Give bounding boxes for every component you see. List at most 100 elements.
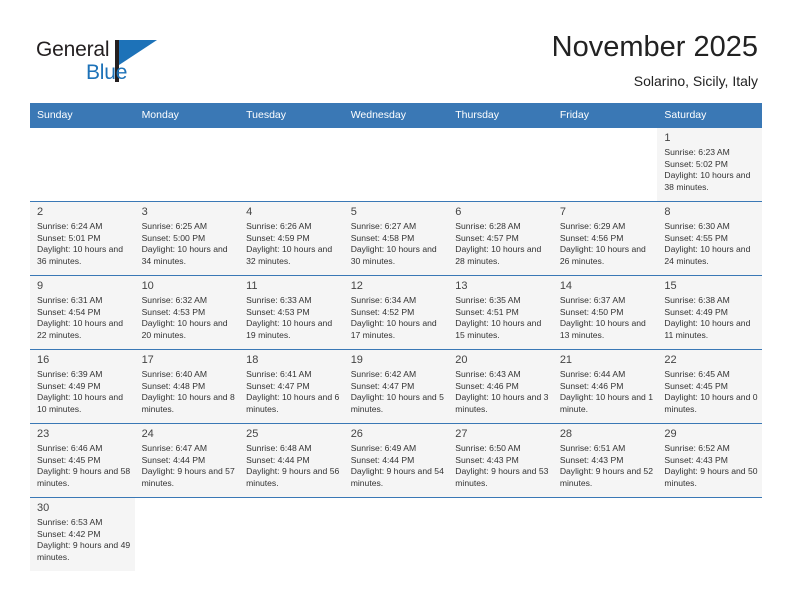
sunset-text: Sunset: 4:47 PM (246, 380, 310, 391)
calendar-day-cell-empty (552, 497, 658, 571)
sunrise-text: Sunrise: 6:49 AM (350, 443, 417, 453)
calendar-day-cell[interactable]: 21 Sunrise: 6:44 AM Sunset: 4:46 PM Dayligh… (552, 349, 658, 424)
sunset-text: Sunset: 4:58 PM (350, 232, 415, 243)
day-number: 13 (455, 280, 468, 292)
day-number: 17 (141, 354, 154, 366)
sunrise-text: Sunrise: 6:32 AM (141, 295, 208, 305)
calendar-day-cell[interactable]: 19 Sunrise: 6:42 AM Sunset: 4:47 PM Dayligh… (343, 349, 449, 424)
sunset-text: Sunset: 4:55 PM (664, 232, 728, 243)
day-sun-info: Sunrise: 6:24 AM Sunset: 5:01 PM Daylight:… (30, 221, 135, 267)
calendar-week-row: 1 Sunrise: 6:23 AM Sunset: 5:02 PM Daylight… (30, 127, 762, 202)
daylight-text: Daylight: 10 hours and 8 minutes. (141, 392, 235, 414)
day-number: 23 (37, 428, 50, 440)
calendar-week-row: 23 Sunrise: 6:46 AM Sunset: 4:45 PM Dayligh… (30, 423, 762, 498)
calendar-day-cell[interactable]: 14 Sunrise: 6:37 AM Sunset: 4:50 PM Dayligh… (552, 275, 658, 350)
calendar-day-cell[interactable]: 8 Sunrise: 6:30 AM Sunset: 4:55 PM Daylight… (657, 201, 762, 276)
calendar-day-cell[interactable]: 7 Sunrise: 6:29 AM Sunset: 4:56 PM Daylight… (552, 201, 658, 276)
calendar-day-cell-empty (343, 127, 449, 202)
daylight-text: Daylight: 10 hours and 30 minutes. (350, 244, 437, 266)
day-number: 3 (141, 206, 148, 218)
calendar-day-cell[interactable]: 20 Sunrise: 6:43 AM Sunset: 4:46 PM Dayligh… (448, 349, 553, 424)
calendar-day-cell[interactable]: 28 Sunrise: 6:51 AM Sunset: 4:43 PM Dayligh… (552, 423, 658, 498)
day-sun-info: Sunrise: 6:44 AM Sunset: 4:46 PM Daylight:… (553, 369, 658, 415)
day-number: 7 (559, 206, 566, 218)
daylight-text: Daylight: 10 hours and 6 minutes. (246, 392, 340, 414)
calendar-day-cell-empty (552, 127, 658, 202)
sunset-text: Sunset: 4:48 PM (141, 380, 206, 391)
sunset-text: Sunset: 4:54 PM (37, 306, 101, 317)
day-number: 29 (664, 428, 677, 440)
sunset-text: Sunset: 4:44 PM (350, 454, 415, 465)
calendar-day-cell[interactable]: 18 Sunrise: 6:41 AM Sunset: 4:47 PM Dayligh… (239, 349, 344, 424)
calendar-day-cell[interactable]: 2 Sunrise: 6:24 AM Sunset: 5:01 PM Daylight… (30, 201, 135, 276)
calendar-day-cell[interactable]: 3 Sunrise: 6:25 AM Sunset: 5:00 PM Daylight… (134, 201, 240, 276)
daylight-text: Daylight: 10 hours and 15 minutes. (455, 318, 542, 340)
calendar-day-cell[interactable]: 23 Sunrise: 6:46 AM Sunset: 4:45 PM Dayligh… (30, 423, 135, 498)
sunrise-text: Sunrise: 6:42 AM (350, 369, 417, 379)
calendar-day-cell[interactable]: 10 Sunrise: 6:32 AM Sunset: 4:53 PM Dayligh… (134, 275, 240, 350)
daylight-text: Daylight: 10 hours and 1 minute. (559, 392, 653, 414)
calendar-day-cell-empty (134, 127, 240, 202)
sunrise-text: Sunrise: 6:50 AM (455, 443, 521, 453)
sunset-text: Sunset: 4:56 PM (559, 232, 624, 243)
calendar-container: Sunday Monday Tuesday Wednesday Thursday Frid… (30, 103, 762, 571)
sunset-text: Sunset: 4:43 PM (559, 454, 624, 465)
calendar-day-cell[interactable]: 29 Sunrise: 6:52 AM Sunset: 4:43 PM Dayligh… (657, 423, 762, 498)
sunset-text: Sunset: 4:59 PM (246, 232, 310, 243)
sunrise-text: Sunrise: 6:46 AM (37, 443, 103, 453)
calendar-day-cell[interactable]: 30 Sunrise: 6:53 AM Sunset: 4:42 PM Dayligh… (30, 497, 135, 571)
daylight-text: Daylight: 9 hours and 57 minutes. (141, 466, 235, 488)
sunrise-text: Sunrise: 6:41 AM (246, 369, 312, 379)
calendar-day-cell[interactable]: 22 Sunrise: 6:45 AM Sunset: 4:45 PM Dayligh… (657, 349, 762, 424)
day-number: 22 (664, 354, 677, 366)
calendar-week-row: 16 Sunrise: 6:39 AM Sunset: 4:49 PM Dayligh… (30, 349, 762, 424)
sunrise-text: Sunrise: 6:30 AM (664, 221, 730, 231)
calendar-week-row: 2 Sunrise: 6:24 AM Sunset: 5:01 PM Daylight… (30, 201, 762, 276)
day-number: 21 (559, 354, 573, 366)
weekday-header-sunday: Sunday (30, 103, 135, 128)
day-sun-info: Sunrise: 6:38 AM Sunset: 4:49 PM Daylight:… (657, 295, 762, 341)
calendar-day-cell[interactable]: 25 Sunrise: 6:48 AM Sunset: 4:44 PM Dayligh… (239, 423, 344, 498)
calendar-day-cell[interactable]: 6 Sunrise: 6:28 AM Sunset: 4:57 PM Daylight… (448, 201, 553, 276)
day-number: 5 (350, 206, 357, 218)
calendar-day-cell[interactable]: 9 Sunrise: 6:31 AM Sunset: 4:54 PM Daylight… (30, 275, 135, 350)
day-sun-info: Sunrise: 6:49 AM Sunset: 4:44 PM Daylight:… (344, 443, 449, 489)
sunrise-text: Sunrise: 6:28 AM (455, 221, 521, 231)
sunset-text: Sunset: 4:49 PM (664, 306, 728, 317)
calendar-day-cell[interactable]: 12 Sunrise: 6:34 AM Sunset: 4:52 PM Dayligh… (343, 275, 449, 350)
sunrise-text: Sunrise: 6:24 AM (37, 221, 103, 231)
sunrise-text: Sunrise: 6:40 AM (141, 369, 208, 379)
calendar-day-cell[interactable]: 1 Sunrise: 6:23 AM Sunset: 5:02 PM Daylight… (657, 127, 762, 202)
page-header: General Blue November 2025 Solarino, Sic… (0, 0, 792, 103)
calendar-day-cell[interactable]: 17 Sunrise: 6:40 AM Sunset: 4:48 PM Dayligh… (134, 349, 240, 424)
sunset-text: Sunset: 4:53 PM (246, 306, 310, 317)
day-sun-info: Sunrise: 6:35 AM Sunset: 4:51 PM Daylight:… (448, 295, 553, 341)
general-blue-logo[interactable]: General Blue (36, 38, 166, 90)
sunset-text: Sunset: 4:50 PM (559, 306, 624, 317)
sunset-text: Sunset: 4:43 PM (664, 454, 728, 465)
calendar-day-cell[interactable]: 11 Sunrise: 6:33 AM Sunset: 4:53 PM Dayligh… (239, 275, 344, 350)
sunrise-text: Sunrise: 6:51 AM (559, 443, 626, 453)
calendar-day-cell[interactable]: 5 Sunrise: 6:27 AM Sunset: 4:58 PM Daylight… (343, 201, 449, 276)
sunrise-text: Sunrise: 6:33 AM (246, 295, 312, 305)
logo-text-general: General (36, 38, 110, 61)
day-number: 8 (664, 206, 671, 218)
day-sun-info: Sunrise: 6:46 AM Sunset: 4:45 PM Daylight:… (30, 443, 135, 489)
sunset-text: Sunset: 4:45 PM (664, 380, 728, 391)
sunset-text: Sunset: 4:57 PM (455, 232, 519, 243)
calendar-day-cell[interactable]: 24 Sunrise: 6:47 AM Sunset: 4:44 PM Dayligh… (134, 423, 240, 498)
calendar-day-cell[interactable]: 26 Sunrise: 6:49 AM Sunset: 4:44 PM Dayligh… (343, 423, 449, 498)
daylight-text: Daylight: 9 hours and 49 minutes. (37, 540, 131, 562)
day-sun-info: Sunrise: 6:31 AM Sunset: 4:54 PM Daylight:… (30, 295, 135, 341)
calendar-day-cell[interactable]: 27 Sunrise: 6:50 AM Sunset: 4:43 PM Dayligh… (448, 423, 553, 498)
calendar-day-cell[interactable]: 15 Sunrise: 6:38 AM Sunset: 4:49 PM Dayligh… (657, 275, 762, 350)
day-sun-info: Sunrise: 6:29 AM Sunset: 4:56 PM Daylight:… (553, 221, 658, 267)
calendar-day-cell[interactable]: 16 Sunrise: 6:39 AM Sunset: 4:49 PM Dayligh… (30, 349, 135, 424)
calendar-day-cell-empty (343, 497, 449, 571)
daylight-text: Daylight: 10 hours and 20 minutes. (141, 318, 228, 340)
calendar-day-cell[interactable]: 4 Sunrise: 6:26 AM Sunset: 4:59 PM Daylight… (239, 201, 344, 276)
calendar-day-cell-empty (448, 127, 553, 202)
calendar-day-cell[interactable]: 13 Sunrise: 6:35 AM Sunset: 4:51 PM Dayligh… (448, 275, 553, 350)
weekday-header-saturday: Saturday (657, 103, 762, 128)
day-number: 16 (37, 354, 50, 366)
